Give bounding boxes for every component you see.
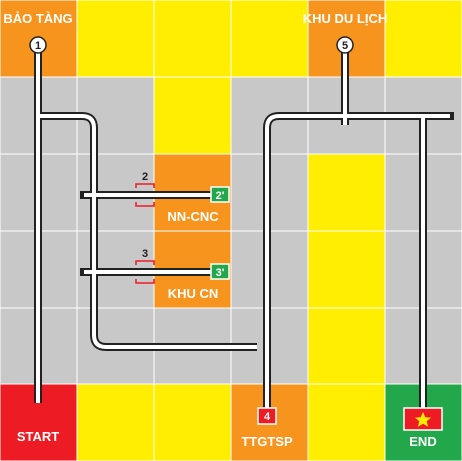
station-number-3-prime: 3'	[216, 267, 225, 279]
station-number-5: 5	[342, 40, 348, 52]
end-label: END	[409, 434, 436, 449]
station-number-1: 1	[35, 40, 41, 52]
board-cell	[76, 383, 155, 461]
board-svg: 1 5 2 3 2' 3' 4 BẢO TÀNG KHU DU LỊCH NN-…	[0, 0, 462, 461]
game-board: 1 5 2 3 2' 3' 4 BẢO TÀNG KHU DU LỊCH NN-…	[0, 0, 462, 461]
board-cell	[76, 0, 155, 78]
station-marker-5[interactable]: 5	[336, 36, 354, 54]
board-cell	[307, 230, 386, 309]
khu-cn-label: KHU CN	[168, 286, 219, 301]
station-marker-4[interactable]: 4	[257, 407, 277, 425]
station-marker-3-prime[interactable]: 3'	[210, 263, 230, 280]
board-cell	[307, 153, 386, 232]
station-number-2-prime: 2'	[216, 190, 225, 202]
junction-number-2: 2	[142, 171, 148, 183]
board-cell	[153, 76, 232, 155]
station-marker-1[interactable]: 1	[29, 36, 47, 54]
board-cell	[230, 0, 309, 78]
start-label: START	[17, 429, 59, 444]
tourism-label: KHU DU LỊCH	[303, 11, 388, 26]
junction-number-3: 3	[142, 248, 148, 260]
board-cell	[384, 0, 462, 78]
board-cell	[153, 0, 232, 78]
board-cell	[307, 307, 386, 385]
vietnam-flag-icon	[403, 407, 443, 431]
ttgtsp-label: TTGTSP	[241, 434, 293, 449]
station-number-4: 4	[264, 411, 271, 423]
board-cell	[307, 383, 386, 461]
nn-cnc-label: NN-CNC	[167, 209, 219, 224]
museum-label: BẢO TÀNG	[3, 11, 72, 26]
board-cell	[153, 383, 232, 461]
board-cells	[0, 0, 462, 461]
station-marker-2-prime[interactable]: 2'	[210, 186, 230, 203]
